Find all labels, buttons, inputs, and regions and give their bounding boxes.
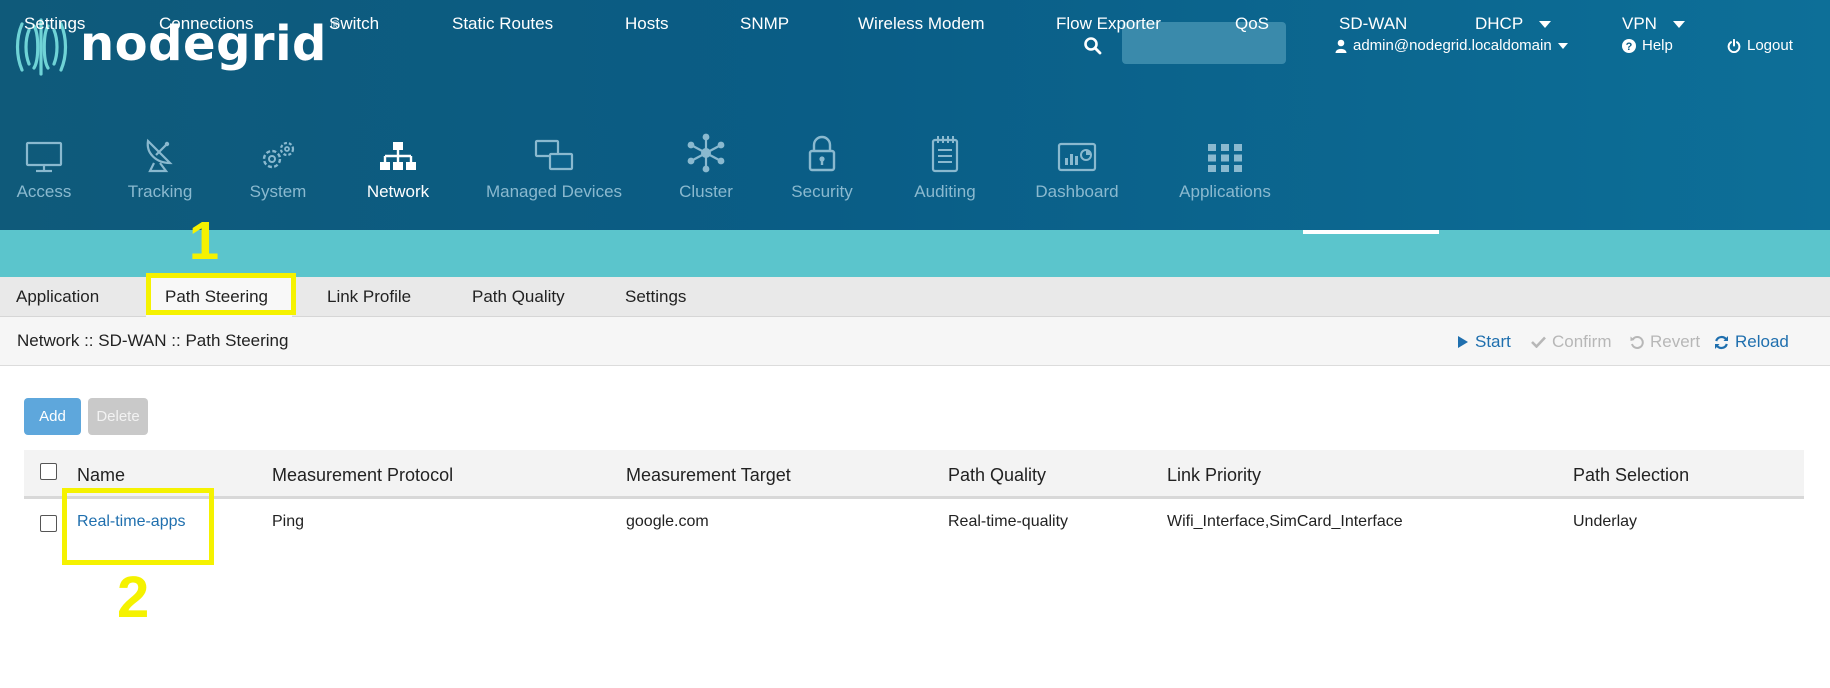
caret-down-icon (1672, 21, 1685, 29)
subnav-dhcp-label: DHCP (1475, 14, 1524, 33)
nav-label: Network (366, 182, 430, 201)
subnav-switch[interactable]: Switch (329, 14, 379, 34)
managed-devices-icon (534, 139, 574, 171)
nav-auditing[interactable]: Auditing (905, 133, 985, 202)
subnav-flow-exporter[interactable]: Flow Exporter (1056, 14, 1161, 34)
nav-network[interactable]: Network (361, 133, 435, 202)
nav-label: Applications (1179, 182, 1271, 201)
nav-access[interactable]: Access (14, 133, 74, 202)
column-header-measurement-protocol[interactable]: Measurement Protocol (272, 465, 453, 486)
row-link-priority: Wifi_Interface,SimCard_Interface (1167, 513, 1403, 530)
subnav-snmp[interactable]: SNMP (740, 14, 789, 34)
nav-system[interactable]: System (245, 133, 311, 202)
nav-applications[interactable]: Applications (1174, 133, 1276, 202)
confirm-action[interactable]: Confirm (1531, 332, 1612, 352)
start-action[interactable]: Start (1457, 332, 1511, 352)
subnav-hosts[interactable]: Hosts (625, 14, 668, 34)
notepad-icon (931, 136, 959, 173)
revert-label: Revert (1650, 332, 1701, 351)
nav-label: Dashboard (1035, 182, 1119, 201)
reload-label: Reload (1735, 332, 1789, 351)
nav-label: Auditing (914, 182, 976, 201)
nav-label: System (249, 182, 307, 201)
nav-label: Tracking (127, 182, 193, 201)
nav-dashboard[interactable]: Dashboard (1033, 133, 1121, 202)
network-subnav (0, 230, 1830, 277)
subnav-settings[interactable]: Settings (24, 14, 85, 34)
subnav-dhcp[interactable]: DHCP (1475, 14, 1552, 34)
subnav-static-routes[interactable]: Static Routes (452, 14, 553, 34)
row-path-selection: Underlay (1573, 513, 1638, 530)
monitor-icon (25, 141, 63, 173)
lock-icon (808, 135, 836, 172)
table-header: Name Measurement Protocol Measurement Ta… (24, 450, 1804, 499)
tab-settings[interactable]: Settings (625, 287, 686, 307)
refresh-icon (1715, 335, 1728, 349)
logout-label: Logout (1747, 37, 1793, 54)
subnav-wireless-modem[interactable]: Wireless Modem (858, 14, 985, 34)
tab-link-profile[interactable]: Link Profile (327, 287, 411, 307)
undo-icon (1630, 336, 1644, 349)
cluster-icon (687, 133, 725, 173)
add-button[interactable]: Add (24, 398, 81, 435)
dashboard-icon (1057, 142, 1097, 172)
nav-label: Cluster (679, 182, 733, 201)
help-icon: ? (1622, 38, 1636, 53)
start-label: Start (1475, 332, 1511, 351)
tab-path-quality[interactable]: Path Quality (472, 287, 565, 307)
svg-text:?: ? (1626, 41, 1633, 53)
delete-button[interactable]: Delete (88, 398, 148, 435)
nav-managed-devices[interactable]: Managed Devices (484, 133, 624, 202)
select-all-checkbox[interactable] (40, 463, 57, 480)
user-menu[interactable]: admin@nodegrid.localdomain (1335, 37, 1568, 54)
subnav-sd-wan[interactable]: SD-WAN (1339, 14, 1407, 34)
search-icon[interactable] (1083, 36, 1103, 56)
gears-icon (262, 141, 295, 169)
subnav-vpn-label: VPN (1622, 14, 1657, 33)
help-label: Help (1642, 37, 1673, 54)
tab-application[interactable]: Application (16, 287, 99, 307)
column-header-path-quality[interactable]: Path Quality (948, 465, 1046, 486)
annotation-number-two: 2 (117, 565, 150, 630)
play-icon (1458, 336, 1468, 348)
breadcrumb-bar: Network :: SD-WAN :: Path Steering Start… (0, 317, 1830, 366)
breadcrumb: Network :: SD-WAN :: Path Steering (17, 331, 289, 350)
column-header-name[interactable]: Name (77, 465, 125, 486)
nav-label: Access (16, 182, 72, 201)
help-link[interactable]: ? Help (1622, 37, 1673, 54)
subnav-qos[interactable]: QoS (1235, 14, 1269, 34)
check-icon (1531, 336, 1546, 348)
logout-link[interactable]: Logout (1727, 37, 1793, 54)
row-measurement-target: google.com (626, 513, 709, 530)
satellite-dish-icon (146, 138, 173, 173)
row-checkbox[interactable] (40, 515, 57, 532)
nav-security[interactable]: Security (786, 133, 858, 202)
subnav-connections[interactable]: Connections (159, 14, 254, 34)
power-icon (1727, 38, 1741, 53)
caret-down-icon (1539, 21, 1552, 29)
active-subnav-indicator (1303, 230, 1439, 234)
column-header-path-selection[interactable]: Path Selection (1573, 465, 1689, 486)
row-measurement-protocol: Ping (272, 513, 305, 530)
column-header-measurement-target[interactable]: Measurement Target (626, 465, 791, 486)
annotation-number-one: 1 (189, 211, 220, 271)
reload-action[interactable]: Reload (1714, 332, 1789, 352)
revert-action[interactable]: Revert (1630, 332, 1700, 352)
nav-label: Managed Devices (485, 182, 623, 201)
subnav-vpn[interactable]: VPN (1622, 14, 1685, 34)
highlight-box-row-name (62, 488, 214, 565)
nav-label: Security (791, 182, 853, 201)
highlight-box-path-steering-tab (146, 273, 296, 315)
nav-tracking[interactable]: Tracking (124, 133, 196, 202)
nav-cluster[interactable]: Cluster (676, 133, 736, 202)
grid-apps-icon (1208, 144, 1242, 172)
network-topology-icon (380, 142, 416, 170)
user-icon (1335, 39, 1347, 53)
user-name: admin@nodegrid.localdomain (1353, 37, 1552, 54)
column-header-link-priority[interactable]: Link Priority (1167, 465, 1261, 486)
confirm-label: Confirm (1552, 332, 1612, 351)
row-path-quality: Real-time-quality (948, 513, 1069, 530)
chevron-down-icon (1557, 42, 1568, 49)
